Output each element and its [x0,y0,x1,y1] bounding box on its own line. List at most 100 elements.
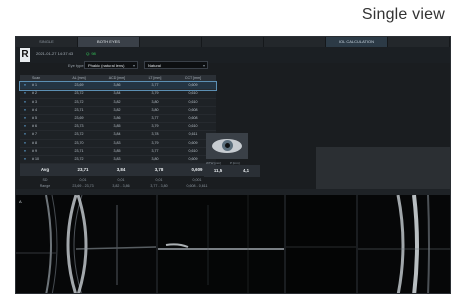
table-cell: 0,608 [188,115,198,120]
biometer-screen: SINGLE BOTH EYES IOL CALCULATION R 2021-… [15,36,451,294]
eye-type-select[interactable]: Phakic (natural lens) ▾ [84,61,138,69]
table-cell: # 10 [32,156,39,161]
pupil-value: 4,1 [242,168,250,173]
table-cell: 3,80 [151,107,159,112]
table-cell: # 3 [32,99,37,104]
table-row[interactable]: ● # 10 23,72 3,83 3,80 0,609 [20,155,216,165]
table-cell: 0,610 [188,91,198,96]
exam-timestamp: 2021-01-27 14:37:43 [36,51,74,56]
table-cell: # 2 [32,91,37,96]
table-cell: 3,82 [113,99,121,104]
table-cell: 3,80 [151,156,159,161]
tab-single[interactable]: SINGLE [16,37,78,47]
table-cell: 0,608 [188,107,198,112]
table-cell: 3,79 [151,124,159,129]
lens-value: Natural [148,63,161,68]
table-cell: 3,86 [113,83,121,88]
row-check-icon[interactable]: ● [20,123,30,130]
row-check-icon[interactable]: ● [20,115,30,122]
table-cell: 23,72 [74,132,84,137]
col-lt: LT [mm] [148,76,162,80]
table-row[interactable]: ● # 2 23,72 3,84 3,79 0,610 [20,90,216,99]
table-cell: 3,77 [151,83,159,88]
exam-header [16,47,450,63]
table-cell: 23,72 [74,99,84,104]
lens-select[interactable]: Natural ▾ [144,61,208,69]
table-cell: 23,71 [74,107,84,112]
average-row: Avg 23,71 3,84 3,78 0,609 [20,164,216,176]
oct-scan-anterior[interactable]: A [16,195,156,293]
table-cell: 3,79 [151,91,159,96]
row-check-icon[interactable]: ● [20,156,30,163]
table-row[interactable]: ● # 6 23,73 3,85 3,79 0,610 [20,123,216,132]
tab-3[interactable] [140,37,202,47]
row-check-icon[interactable]: ● [20,131,30,138]
row-check-icon[interactable]: ● [20,90,30,97]
quality-score: Q: 98 [86,51,96,56]
table-cell: 23,69 [74,83,84,88]
mode-tabs: SINGLE BOTH EYES IOL CALCULATION [16,37,450,47]
col-scan: Scan [32,76,41,80]
col-al: AL [mm] [72,76,86,80]
table-cell: 3,84 [113,132,121,137]
table-cell: 3,85 [113,148,121,153]
table-cell: # 4 [32,107,37,112]
table-row[interactable]: ● # 8 23,70 3,83 3,79 0,609 [20,139,216,148]
table-row[interactable]: ● # 3 23,72 3,82 3,80 0,610 [20,98,216,107]
side-panel [316,147,450,189]
table-cell: # 6 [32,124,37,129]
table-row[interactable]: ● # 1 23,69 3,86 3,77 0,609 [19,81,217,92]
table-cell: 3,79 [151,140,159,145]
table-cell: 3,83 [113,156,121,161]
table-row[interactable]: ● # 7 23,72 3,84 3,78 0,611 [20,131,216,140]
oct-scan-vitreous[interactable] [286,195,356,293]
table-cell: 23,72 [74,156,84,161]
table-cell: 3,78 [151,132,159,137]
col-cct: CCT [mm] [184,76,202,80]
tab-both-eyes[interactable]: BOTH EYES [78,37,140,47]
tab-4[interactable] [202,37,264,47]
table-cell: 3,80 [151,99,159,104]
table-cell: 3,84 [113,91,121,96]
oct-scan-lens[interactable] [158,195,284,293]
row-check-icon[interactable]: ● [20,99,30,106]
table-cell: # 8 [32,140,37,145]
table-cell: 3,82 [113,107,121,112]
table-cell: 0,609 [188,83,198,88]
table-row[interactable]: ● # 4 23,71 3,82 3,80 0,608 [20,106,216,115]
chevron-down-icon: ▾ [132,63,135,68]
eye-camera-image[interactable] [206,133,248,159]
page-caption: Single view [361,6,445,23]
measurement-table: Scan AL [mm] ACD [mm] LT [mm] CCT [mm] ●… [19,75,217,165]
wtw-value: 11,5 [213,168,223,173]
table-cell: 23,72 [74,91,84,96]
table-cell: 3,77 [151,115,159,120]
table-cell: 0,610 [188,124,198,129]
table-cell: # 5 [32,115,37,120]
eye-indicator: R [20,48,30,62]
svg-text:A: A [19,199,22,204]
oct-scan-retina[interactable] [358,195,450,293]
row-check-icon[interactable]: ● [20,148,30,155]
tab-7[interactable] [388,37,450,47]
table-row[interactable]: ● # 9 23,71 3,85 3,77 0,610 [20,147,216,156]
table-cell: 3,83 [113,140,121,145]
table-cell: 3,85 [113,124,121,129]
table-cell: 3,77 [151,148,159,153]
tab-iol-calculation[interactable]: IOL CALCULATION [326,37,388,47]
table-cell: 23,70 [74,140,84,145]
eye-type-value: Phakic (natural lens) [88,63,125,68]
table-cell: # 9 [32,148,37,153]
table-cell: 23,71 [74,148,84,153]
row-check-icon[interactable]: ● [20,107,30,114]
table-cell: 3,86 [113,115,121,120]
table-cell: 23,73 [74,124,84,129]
table-cell: 0,610 [188,99,198,104]
row-check-icon[interactable]: ● [20,82,30,89]
eye-type-label: Eye type: [68,63,85,68]
row-check-icon[interactable]: ● [20,140,30,147]
table-row[interactable]: ● # 5 23,69 3,86 3,77 0,608 [20,114,216,124]
col-acd: ACD [mm] [108,76,126,80]
table-header: Scan AL [mm] ACD [mm] LT [mm] CCT [mm] [20,75,216,83]
tab-5[interactable] [264,37,326,47]
